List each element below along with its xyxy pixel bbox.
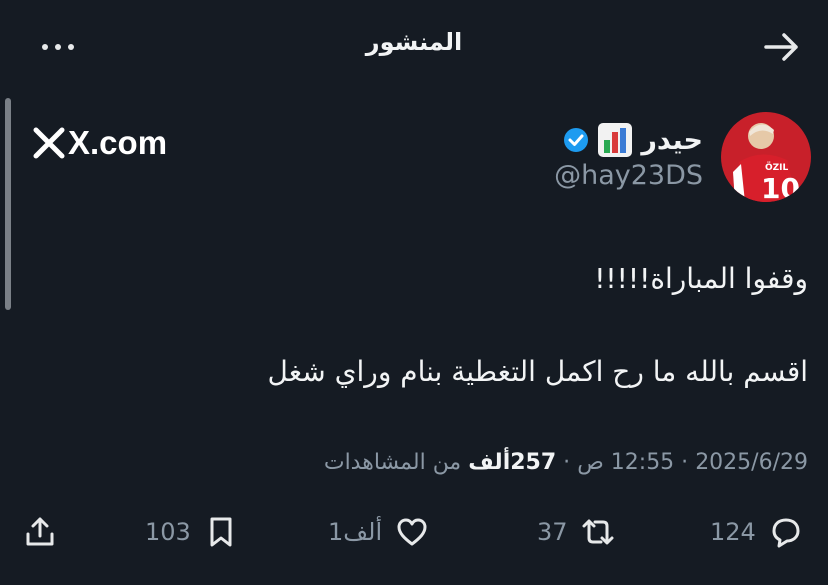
bookmark-icon xyxy=(210,517,232,547)
watermark: X.com xyxy=(32,120,167,166)
post-text-line-2: اقسم بالله ما رح اكمل التغطية بنام وراي … xyxy=(267,355,808,388)
reply-icon xyxy=(772,518,800,548)
x-logo-icon xyxy=(33,127,65,159)
views-label: من المشاهدات xyxy=(323,450,462,475)
post-meta: 2025/6/29 · 12:55 ص · 257ألف من المشاهدا… xyxy=(323,450,808,475)
share-button[interactable] xyxy=(22,512,58,552)
repost-icon xyxy=(582,519,614,545)
share-icon xyxy=(26,517,54,546)
views-count: 257ألف xyxy=(468,450,557,475)
post-date[interactable]: 2025/6/29 xyxy=(695,450,808,475)
watermark-text: X.com xyxy=(68,124,168,161)
verified-badge-icon xyxy=(564,128,589,152)
like-icon xyxy=(397,518,427,546)
repost-button[interactable]: 37 xyxy=(537,512,616,552)
repost-count: 37 xyxy=(537,518,568,546)
bar-chart-emoji-icon xyxy=(598,123,633,157)
like-count: 1ألف xyxy=(328,518,383,546)
top-bar: المنشور xyxy=(0,0,828,92)
reply-count: 124 xyxy=(710,518,756,546)
back-arrow-icon[interactable] xyxy=(762,30,802,64)
avatar[interactable]: ÖZIL 10 xyxy=(721,112,811,202)
post-time[interactable]: 12:55 ص xyxy=(577,450,674,475)
author-handle[interactable]: @hay23DS xyxy=(554,160,703,191)
bookmark-button[interactable]: 103 xyxy=(145,512,239,552)
svg-text:10: 10 xyxy=(761,172,800,202)
reply-button[interactable]: 124 xyxy=(710,512,804,552)
like-button[interactable]: 1ألف xyxy=(328,512,430,552)
author-display-name: حيدر xyxy=(641,124,703,156)
page-title: المنشور xyxy=(365,28,463,56)
author-name-row[interactable]: حيدر xyxy=(563,118,703,162)
scrollbar[interactable] xyxy=(5,98,11,310)
post-text-line-1: وقفوا المباراة!!!!! xyxy=(594,262,808,295)
bookmark-count: 103 xyxy=(145,518,191,546)
